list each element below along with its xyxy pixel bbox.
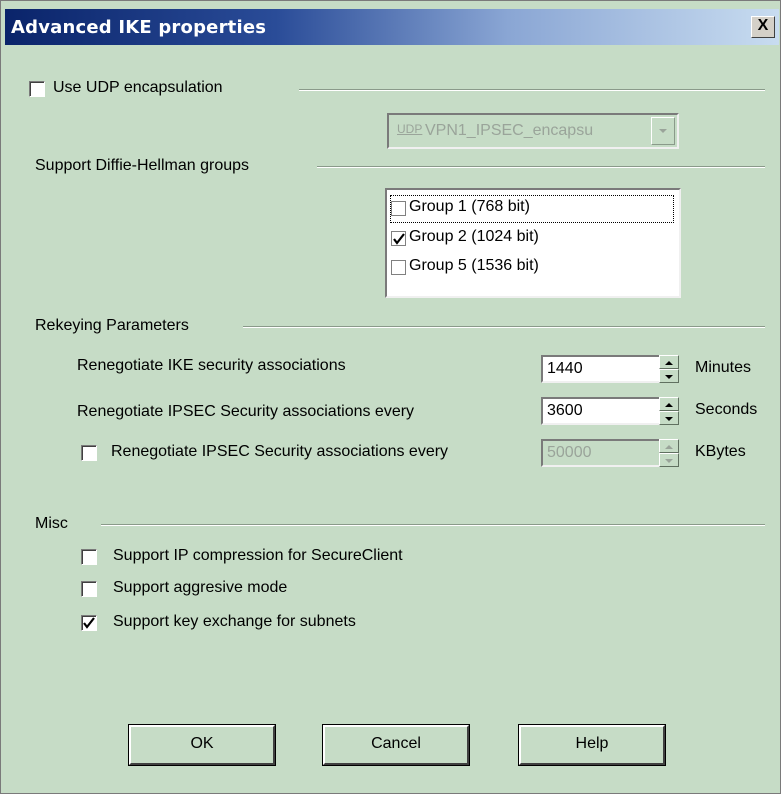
spin-down-icon	[665, 459, 673, 463]
dh-group-2-item[interactable]: Group 2 (1024 bit)	[391, 226, 673, 252]
ike-spin-down-button[interactable]	[659, 369, 679, 383]
kbytes-spin-down-button[interactable]	[659, 453, 679, 467]
dh-separator	[317, 166, 765, 168]
ipsec-lifetime-spinner[interactable]	[659, 397, 679, 425]
rekey-section-label: Rekeying Parameters	[35, 317, 189, 334]
close-button[interactable]: X	[751, 16, 775, 38]
rekey-separator	[243, 326, 765, 328]
kbytes-spin-up-button[interactable]	[659, 439, 679, 453]
ipsec-lifetime-label: Renegotiate IPSEC Security associations …	[77, 403, 415, 420]
cancel-button[interactable]: Cancel	[322, 724, 470, 766]
chevron-down-icon	[659, 129, 667, 133]
close-icon: X	[757, 17, 769, 34]
aggressive-mode-label: Support aggresive mode	[113, 579, 288, 596]
dh-group-1-label: Group 1 (768 bit)	[409, 198, 530, 215]
spin-down-icon	[665, 417, 673, 421]
udp-encapsulation-checkbox[interactable]	[29, 81, 45, 97]
check-icon	[83, 617, 95, 629]
spin-up-icon	[665, 445, 673, 449]
ike-spin-up-button[interactable]	[659, 355, 679, 369]
ipsec-kbytes-checkbox[interactable]	[81, 445, 97, 461]
udp-select-dropdown-button[interactable]	[651, 117, 675, 145]
ip-compression-checkbox[interactable]	[81, 549, 97, 565]
advanced-ike-dialog: Advanced IKE properties X Use UDP encaps…	[0, 0, 781, 794]
udp-separator	[299, 89, 765, 91]
dh-group-5-label: Group 5 (1536 bit)	[409, 257, 539, 274]
dh-group-1-item[interactable]: Group 1 (768 bit)	[390, 195, 674, 223]
misc-separator	[101, 524, 765, 526]
ipsec-kbytes-unit: KBytes	[695, 443, 746, 460]
dh-groups-list[interactable]: Group 1 (768 bit) Group 2 (1024 bit) Gro…	[385, 188, 681, 298]
ike-lifetime-label: Renegotiate IKE security associations	[77, 357, 346, 374]
udp-select-value: VPN1_IPSEC_encapsu	[425, 122, 594, 139]
udp-service-icon: UDP	[397, 122, 423, 136]
ipsec-spin-up-button[interactable]	[659, 397, 679, 411]
ike-lifetime-spinner[interactable]	[659, 355, 679, 383]
key-exchange-subnets-label: Support key exchange for subnets	[113, 613, 356, 630]
key-exchange-subnets-checkbox[interactable]	[81, 615, 97, 631]
aggressive-mode-checkbox[interactable]	[81, 581, 97, 597]
ipsec-kbytes-input[interactable]: 50000	[541, 439, 667, 467]
dh-group-2-checkbox[interactable]	[391, 231, 406, 246]
ipsec-kbytes-label: Renegotiate IPSEC Security associations …	[111, 443, 449, 460]
dh-group-2-label: Group 2 (1024 bit)	[409, 228, 539, 245]
ipsec-spin-down-button[interactable]	[659, 411, 679, 425]
dh-group-5-item[interactable]: Group 5 (1536 bit)	[391, 255, 673, 281]
ipsec-kbytes-spinner[interactable]	[659, 439, 679, 467]
spin-down-icon	[665, 375, 673, 379]
ike-lifetime-unit: Minutes	[695, 359, 752, 376]
misc-section-label: Misc	[35, 515, 68, 532]
spin-up-icon	[665, 361, 673, 365]
dh-group-1-checkbox[interactable]	[391, 201, 406, 216]
ipsec-lifetime-unit: Seconds	[695, 401, 758, 418]
title-bar[interactable]: Advanced IKE properties X	[5, 9, 779, 45]
dh-section-label: Support Diffie-Hellman groups	[35, 157, 250, 174]
window-title: Advanced IKE properties	[11, 17, 267, 38]
ip-compression-label: Support IP compression for SecureClient	[113, 547, 403, 564]
help-button[interactable]: Help	[518, 724, 666, 766]
udp-encapsulation-label: Use UDP encapsulation	[53, 79, 223, 96]
udp-encapsulation-select[interactable]: UDP VPN1_IPSEC_encapsu	[387, 113, 679, 149]
dh-group-5-checkbox[interactable]	[391, 260, 406, 275]
spin-up-icon	[665, 403, 673, 407]
ike-lifetime-input[interactable]: 1440	[541, 355, 667, 383]
ok-button[interactable]: OK	[128, 724, 276, 766]
check-icon	[393, 233, 405, 245]
ipsec-lifetime-input[interactable]: 3600	[541, 397, 667, 425]
